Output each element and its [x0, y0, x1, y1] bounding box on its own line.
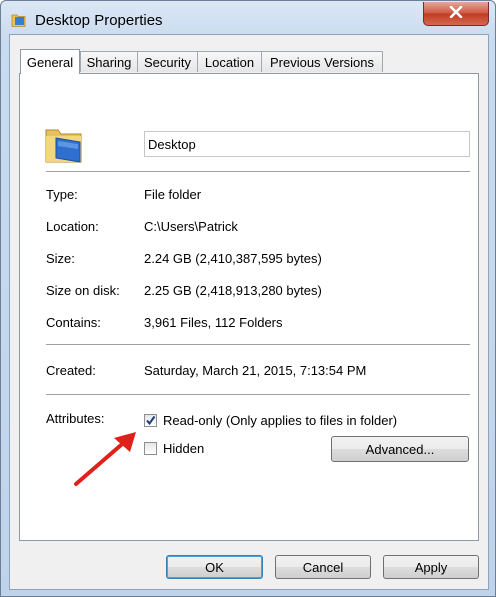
- contains-label: Contains:: [46, 315, 101, 330]
- separator: [46, 171, 470, 173]
- hidden-label[interactable]: Hidden: [163, 441, 204, 456]
- apply-button-label: Apply: [414, 559, 448, 575]
- tab-security[interactable]: Security: [137, 51, 198, 72]
- type-label: Type:: [46, 187, 78, 202]
- tab-location[interactable]: Location: [197, 51, 262, 72]
- tab-label: Location: [204, 54, 255, 70]
- advanced-button-label: Advanced...: [365, 441, 435, 457]
- general-panel: Type: File folder Location: C:\Users\Pat…: [19, 73, 479, 541]
- readonly-checkbox[interactable]: [144, 414, 157, 427]
- contains-value: 3,961 Files, 112 Folders: [144, 315, 283, 330]
- tab-general[interactable]: General: [20, 49, 80, 74]
- dialog-client: General Sharing Security Location Previo…: [9, 34, 489, 590]
- folder-icon: [44, 124, 86, 164]
- tab-previous-versions[interactable]: Previous Versions: [261, 51, 383, 72]
- cancel-button-label: Cancel: [302, 559, 344, 575]
- checkmark-icon: [146, 415, 156, 426]
- close-button[interactable]: [423, 2, 489, 26]
- tab-label: Sharing: [86, 54, 132, 70]
- window-title: Desktop Properties: [35, 12, 163, 29]
- ok-button[interactable]: OK: [166, 555, 263, 579]
- folder-icon: [11, 12, 27, 28]
- tab-sharing[interactable]: Sharing: [80, 51, 138, 72]
- type-value: File folder: [144, 187, 202, 202]
- advanced-button[interactable]: Advanced...: [331, 436, 469, 462]
- created-value: Saturday, March 21, 2015, 7:13:54 PM: [144, 363, 367, 378]
- folder-name-input[interactable]: [144, 131, 470, 157]
- location-value: C:\Users\Patrick: [144, 219, 238, 234]
- tab-label: Previous Versions: [269, 54, 375, 70]
- size-value: 2.24 GB (2,410,387,595 bytes): [144, 251, 322, 266]
- apply-button[interactable]: Apply: [383, 555, 479, 579]
- red-arrow-annotation: [74, 432, 136, 486]
- close-icon: [449, 5, 463, 21]
- size-on-disk-value: 2.25 GB (2,418,913,280 bytes): [144, 283, 322, 298]
- created-label: Created:: [46, 363, 96, 378]
- size-on-disk-label: Size on disk:: [46, 283, 120, 298]
- tab-label: General: [26, 54, 74, 70]
- cancel-button[interactable]: Cancel: [275, 555, 371, 579]
- location-label: Location:: [46, 219, 99, 234]
- attributes-label: Attributes:: [46, 411, 105, 426]
- separator: [46, 394, 470, 396]
- properties-window: Desktop Properties General Sharing Secur…: [0, 0, 496, 597]
- size-label: Size:: [46, 251, 75, 266]
- tab-label: Security: [144, 54, 191, 70]
- readonly-label[interactable]: Read-only (Only applies to files in fold…: [163, 413, 397, 428]
- separator: [46, 344, 470, 346]
- ok-button-label: OK: [205, 559, 224, 575]
